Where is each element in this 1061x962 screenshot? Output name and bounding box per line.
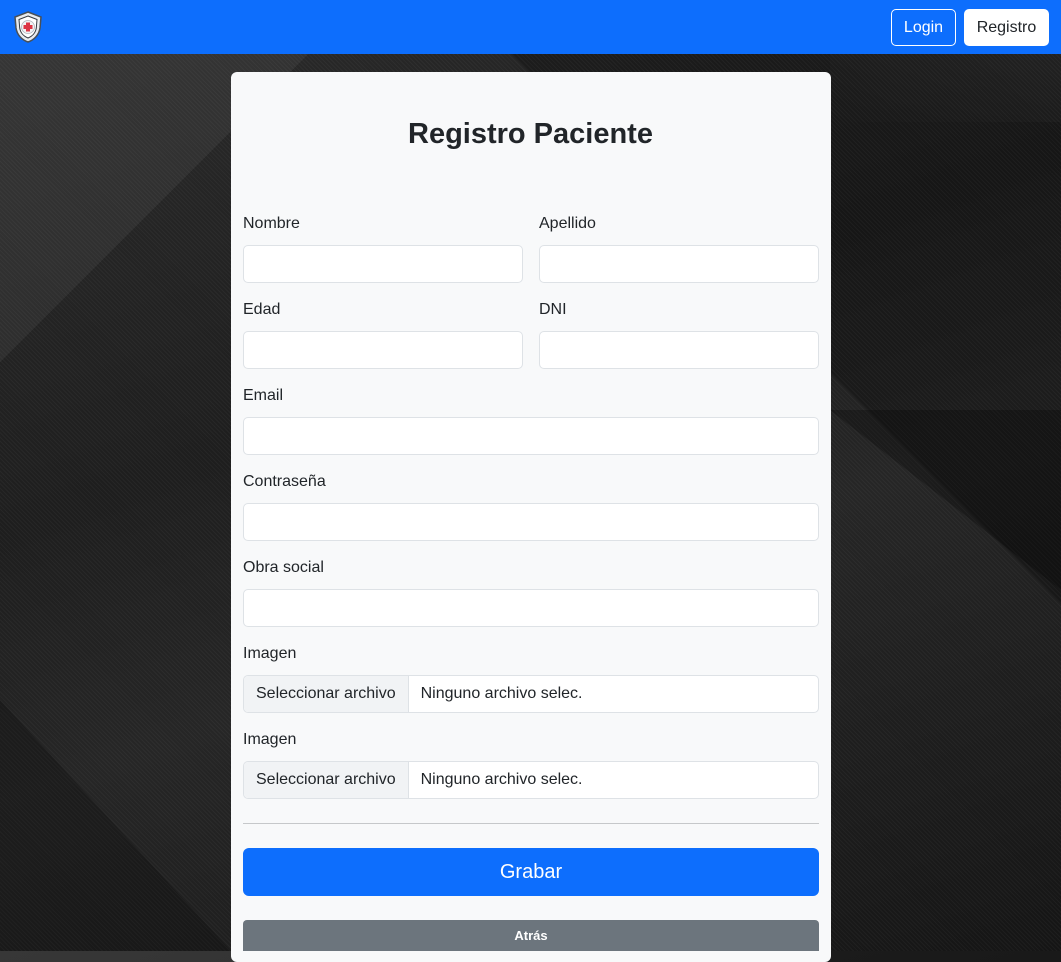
edad-label: Edad: [243, 301, 281, 318]
grabar-button[interactable]: Grabar: [243, 848, 819, 896]
nombre-label: Nombre: [243, 215, 300, 232]
background-shape: [0, 700, 231, 951]
login-button[interactable]: Login: [891, 9, 956, 46]
background-shape: [830, 54, 1061, 122]
atras-button[interactable]: Atrás: [243, 920, 819, 951]
image-file-input[interactable]: Seleccionar archivo Ninguno archivo sele…: [243, 675, 819, 713]
password-input[interactable]: [243, 503, 819, 541]
apellido-input[interactable]: [539, 245, 819, 283]
obra-social-input[interactable]: [243, 589, 819, 627]
image-file-input-2[interactable]: Seleccionar archivo Ninguno archivo sele…: [243, 761, 819, 799]
nombre-input[interactable]: [243, 245, 523, 283]
email-label: Email: [243, 387, 284, 404]
form-divider: [243, 823, 819, 824]
email-input[interactable]: [243, 417, 819, 455]
imagen-label-2: Imagen: [243, 731, 297, 748]
obra-social-label: Obra social: [243, 559, 324, 576]
file-status-text-2: Ninguno archivo selec.: [420, 771, 583, 788]
select-file-button[interactable]: Seleccionar archivo: [244, 676, 409, 712]
select-file-button-2[interactable]: Seleccionar archivo: [244, 762, 409, 798]
dni-label: DNI: [539, 301, 567, 318]
imagen-label: Imagen: [243, 645, 297, 662]
background-shape: [830, 410, 1061, 590]
shield-medical-cross-icon[interactable]: [11, 10, 45, 44]
dni-input[interactable]: [539, 331, 819, 369]
registro-button[interactable]: Registro: [964, 9, 1049, 46]
top-navbar: Login Registro: [0, 0, 1061, 54]
apellido-label: Apellido: [539, 215, 596, 232]
file-status-text: Ninguno archivo selec.: [420, 685, 583, 702]
edad-input[interactable]: [243, 331, 523, 369]
password-label: Contraseña: [243, 473, 326, 490]
page-title: Registro Paciente: [408, 118, 653, 150]
